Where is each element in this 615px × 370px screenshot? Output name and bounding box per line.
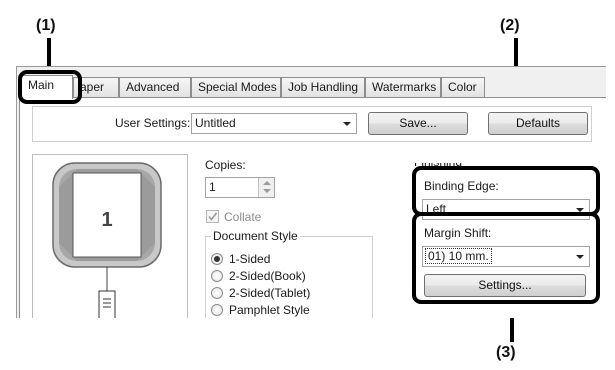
page-preview-graphic [52, 162, 162, 318]
chevron-down-icon [343, 122, 351, 126]
radio-2-sided-book[interactable] [211, 270, 223, 282]
callout-2: (2) [500, 17, 520, 34]
spin-down-icon[interactable] [263, 189, 271, 193]
highlight-margin-shift [412, 212, 600, 304]
callout-3: (3) [496, 344, 516, 361]
radio-pamphlet-style[interactable] [211, 304, 223, 316]
user-settings-select[interactable]: Untitled [191, 113, 357, 134]
document-style-title: Document Style [211, 229, 300, 243]
tab-special-modes[interactable]: Special Modes [191, 77, 281, 97]
copies-label: Copies: [205, 158, 246, 172]
copies-spinner[interactable] [258, 178, 274, 197]
tab-advanced[interactable]: Advanced [119, 77, 191, 97]
user-settings-value: Untitled [195, 116, 236, 130]
user-settings-label: User Settings: [115, 116, 191, 130]
save-button[interactable]: Save... [368, 112, 468, 135]
preview-page-number: 1 [101, 209, 113, 231]
radio-2-sided-book-label: 2-Sided(Book) [229, 269, 306, 283]
tab-watermarks[interactable]: Watermarks [365, 77, 441, 97]
callout-1: (1) [36, 17, 56, 34]
spin-up-icon[interactable] [263, 181, 271, 185]
highlight-main-tab [18, 70, 82, 104]
collate-checkbox[interactable] [206, 210, 219, 223]
defaults-button[interactable]: Defaults [488, 112, 588, 135]
copies-value: 1 [209, 180, 216, 194]
tab-job-handling[interactable]: Job Handling [281, 77, 365, 97]
checkmark-icon [208, 212, 218, 221]
radio-2-sided-tablet-label: 2-Sided(Tablet) [229, 286, 311, 300]
tab-color[interactable]: Color [441, 77, 485, 97]
radio-pamphlet-style-label: Pamphlet Style [229, 303, 310, 317]
radio-1-sided-label: 1-Sided [229, 252, 271, 266]
collate-label: Collate [224, 210, 262, 224]
highlight-binding-edge [412, 166, 600, 216]
radio-1-sided[interactable] [211, 253, 223, 265]
radio-2-sided-tablet[interactable] [211, 287, 223, 299]
print-preview-panel: 1 [32, 154, 188, 318]
